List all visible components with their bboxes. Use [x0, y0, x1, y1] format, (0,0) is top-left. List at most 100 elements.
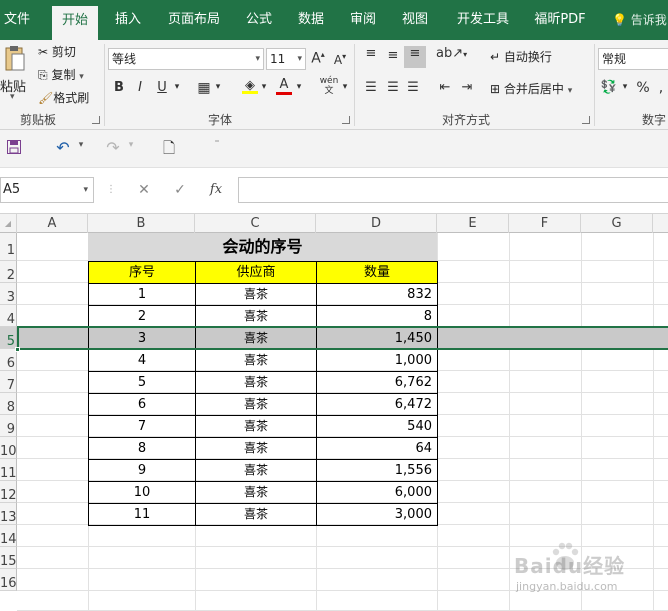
- chevron-down-icon[interactable]: ▾: [126, 140, 136, 150]
- row-header-9[interactable]: 9: [0, 415, 17, 437]
- row-header-4[interactable]: 4: [0, 305, 17, 327]
- paste-icon[interactable]: [4, 44, 28, 74]
- bold-button[interactable]: B: [112, 80, 126, 95]
- alignment-launcher-icon[interactable]: [582, 116, 590, 124]
- row-header-15[interactable]: 15: [0, 547, 17, 569]
- chevron-down-icon[interactable]: ▾: [294, 82, 304, 92]
- column-header-a[interactable]: A: [17, 214, 88, 233]
- qty-cell[interactable]: 1,000: [316, 349, 438, 372]
- tab-foxit-pdf[interactable]: 福昕PDF: [530, 0, 590, 40]
- qty-cell[interactable]: 540: [316, 415, 438, 438]
- tell-me-search[interactable]: 💡 告诉我: [612, 0, 667, 40]
- supplier-cell[interactable]: 喜茶: [195, 349, 317, 372]
- align-top-icon[interactable]: ≡: [362, 46, 380, 61]
- row-header-8[interactable]: 8: [0, 393, 17, 415]
- comma-style-icon[interactable]: ,: [654, 80, 668, 96]
- italic-button[interactable]: I: [133, 80, 147, 95]
- row-header-3[interactable]: 3: [0, 283, 17, 305]
- seq-cell[interactable]: 2: [88, 305, 196, 328]
- table-header-cell[interactable]: 数量: [316, 261, 438, 284]
- chevron-down-icon[interactable]: ▾: [340, 82, 350, 92]
- wrap-text-button[interactable]: ↵ 自动换行: [490, 48, 552, 65]
- seq-cell[interactable]: 8: [88, 437, 196, 460]
- column-header-d[interactable]: D: [316, 214, 437, 233]
- chevron-down-icon[interactable]: ▾: [620, 82, 630, 92]
- number-format-combo[interactable]: 常规: [598, 48, 668, 70]
- font-color-icon[interactable]: A: [276, 77, 292, 95]
- tab-data[interactable]: 数据: [292, 0, 330, 40]
- seq-cell[interactable]: 4: [88, 349, 196, 372]
- chevron-down-icon[interactable]: ▾: [76, 140, 86, 150]
- fill-color-icon[interactable]: ◈: [242, 78, 258, 94]
- chevron-down-icon[interactable]: ▾: [259, 82, 269, 92]
- seq-cell[interactable]: 9: [88, 459, 196, 482]
- paste-dropdown-arrow[interactable]: ▾: [10, 92, 15, 102]
- qty-cell[interactable]: 6,472: [316, 393, 438, 416]
- row-header-13[interactable]: 13: [0, 503, 17, 525]
- align-middle-icon[interactable]: ≡: [384, 48, 402, 63]
- save-icon[interactable]: [6, 140, 22, 158]
- percent-button[interactable]: %: [636, 80, 650, 96]
- format-painter-button[interactable]: 🖌格式刷: [38, 89, 89, 106]
- phonetic-guide-icon[interactable]: wén 文: [318, 76, 340, 96]
- qty-cell[interactable]: 832: [316, 283, 438, 306]
- qty-cell[interactable]: 6,000: [316, 481, 438, 504]
- align-bottom-icon[interactable]: ≡: [404, 46, 426, 68]
- column-header-e[interactable]: E: [437, 214, 509, 233]
- font-name-combo[interactable]: 等线 ▾: [108, 48, 264, 70]
- supplier-cell[interactable]: 喜茶: [195, 481, 317, 504]
- supplier-cell[interactable]: 喜茶: [195, 305, 317, 328]
- column-header-g[interactable]: G: [581, 214, 653, 233]
- qty-cell[interactable]: 1,556: [316, 459, 438, 482]
- qty-cell[interactable]: 3,000: [316, 503, 438, 526]
- column-header-f[interactable]: F: [509, 214, 581, 233]
- row-header-10[interactable]: 10: [0, 437, 17, 459]
- underline-button[interactable]: U: [155, 80, 169, 95]
- seq-cell[interactable]: 7: [88, 415, 196, 438]
- chevron-down-icon[interactable]: ▾: [213, 82, 223, 92]
- row-header-1[interactable]: 1: [0, 233, 17, 261]
- qty-cell[interactable]: 6,762: [316, 371, 438, 394]
- currency-icon[interactable]: 💱: [600, 80, 618, 95]
- cut-button[interactable]: ✂ 剪切: [38, 43, 76, 60]
- font-size-combo[interactable]: 11 ▾: [266, 48, 306, 70]
- fill-handle[interactable]: [15, 347, 20, 352]
- redo-icon[interactable]: ↷: [104, 138, 122, 157]
- seq-cell[interactable]: 5: [88, 371, 196, 394]
- merge-center-button[interactable]: ⊞ 合并后居中 ▾: [490, 80, 572, 97]
- enter-formula-icon[interactable]: ✓: [170, 177, 190, 203]
- decrease-font-size-icon[interactable]: A▾: [332, 52, 348, 67]
- insert-function-button[interactable]: fx: [204, 177, 228, 203]
- supplier-cell[interactable]: 喜茶: [195, 415, 317, 438]
- qty-cell[interactable]: 8: [316, 305, 438, 328]
- align-right-icon[interactable]: ☰: [404, 80, 422, 95]
- cancel-formula-icon[interactable]: ✕: [134, 177, 154, 203]
- row-header-7[interactable]: 7: [0, 371, 17, 393]
- print-preview-icon[interactable]: 🗋: [160, 138, 178, 163]
- tab-home[interactable]: 开始: [52, 6, 98, 40]
- formula-input[interactable]: [238, 177, 668, 203]
- seq-cell[interactable]: 6: [88, 393, 196, 416]
- seq-cell[interactable]: 1: [88, 283, 196, 306]
- font-launcher-icon[interactable]: [342, 116, 350, 124]
- row-header-16[interactable]: 16: [0, 569, 17, 591]
- orientation-icon[interactable]: ab↗▾: [436, 46, 467, 61]
- supplier-cell[interactable]: 喜茶: [195, 371, 317, 394]
- seq-cell[interactable]: 10: [88, 481, 196, 504]
- copy-button[interactable]: ⎘ 复制 ▾: [38, 66, 84, 83]
- row-header-5[interactable]: 5: [0, 327, 17, 349]
- table-header-cell[interactable]: 供应商: [195, 261, 317, 284]
- name-box[interactable]: A5 ▾: [0, 177, 94, 203]
- supplier-cell[interactable]: 喜茶: [195, 437, 317, 460]
- row-header-2[interactable]: 2: [0, 261, 17, 283]
- tab-view[interactable]: 视图: [396, 0, 434, 40]
- tab-file[interactable]: 文件: [0, 0, 34, 40]
- tab-insert[interactable]: 插入: [110, 0, 146, 40]
- borders-icon[interactable]: ▦: [196, 80, 212, 96]
- supplier-cell[interactable]: 喜茶: [195, 503, 317, 526]
- tab-developer[interactable]: 开发工具: [450, 0, 516, 40]
- tab-review[interactable]: 审阅: [344, 0, 382, 40]
- column-header-c[interactable]: C: [195, 214, 316, 233]
- supplier-cell[interactable]: 喜茶: [195, 283, 317, 306]
- row-header-14[interactable]: 14: [0, 525, 17, 547]
